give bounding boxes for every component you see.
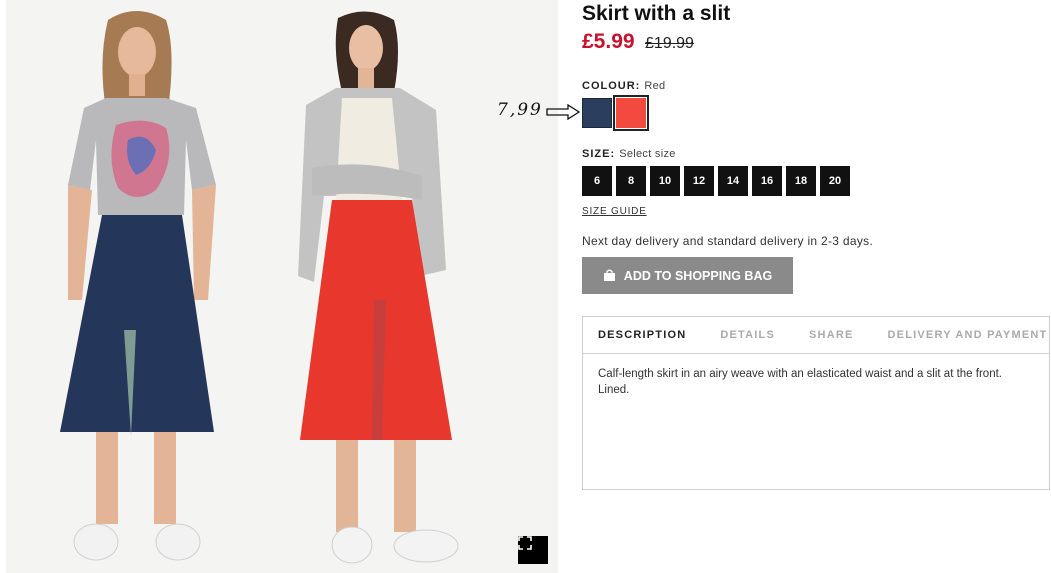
- size-option-20[interactable]: 20: [820, 166, 850, 196]
- size-option-16[interactable]: 16: [752, 166, 782, 196]
- tab-bar: DESCRIPTION DETAILS SHARE DELIVERY AND P…: [583, 317, 1049, 354]
- tab-delivery-and-payment[interactable]: DELIVERY AND PAYMENT: [888, 329, 1048, 341]
- size-options: 6 8 10 12 14 16 18 20: [582, 166, 850, 196]
- fullscreen-button[interactable]: [518, 536, 548, 564]
- size-guide-link[interactable]: SIZE GUIDE: [582, 206, 647, 217]
- description-text: Calf-length skirt in an airy weave with …: [598, 368, 1002, 396]
- tab-description[interactable]: DESCRIPTION: [598, 329, 686, 341]
- size-option-18[interactable]: 18: [786, 166, 816, 196]
- sale-price: £5.99: [582, 30, 635, 53]
- handwritten-price-note: 7,99: [497, 100, 543, 120]
- add-to-bag-button[interactable]: ADD TO SHOPPING BAG: [582, 257, 793, 294]
- size-option-6[interactable]: 6: [582, 166, 612, 196]
- expand-icon: [518, 536, 532, 550]
- arrow-right-icon: [546, 104, 580, 120]
- size-option-10[interactable]: 10: [650, 166, 680, 196]
- tab-share[interactable]: SHARE: [809, 329, 854, 341]
- colour-heading: COLOUR:: [582, 80, 641, 92]
- product-info-tabs: DESCRIPTION DETAILS SHARE DELIVERY AND P…: [582, 316, 1050, 490]
- model-right: [298, 11, 459, 564]
- delivery-note: Next day delivery and standard delivery …: [582, 234, 874, 248]
- product-title: Skirt with a slit: [582, 2, 731, 25]
- size-heading: SIZE:: [582, 148, 616, 160]
- product-photo: [60, 11, 459, 564]
- colour-label: COLOUR: Red: [582, 80, 665, 92]
- model-left: [60, 11, 216, 561]
- shopping-bag-icon: [603, 269, 615, 281]
- colour-selected-value: Red: [644, 80, 666, 92]
- add-to-bag-label: ADD TO SHOPPING BAG: [623, 268, 773, 283]
- colour-swatch-red[interactable]: [613, 95, 649, 131]
- size-option-8[interactable]: 8: [616, 166, 646, 196]
- size-placeholder: Select size: [619, 148, 676, 160]
- original-price: £19.99: [645, 35, 694, 52]
- colour-swatch-dark-blue[interactable]: [582, 98, 612, 128]
- price-row: £5.99 £19.99: [582, 30, 694, 54]
- tab-details[interactable]: DETAILS: [720, 329, 775, 341]
- product-gallery: [6, 0, 558, 573]
- size-option-14[interactable]: 14: [718, 166, 748, 196]
- size-option-12[interactable]: 12: [684, 166, 714, 196]
- size-label: SIZE: Select size: [582, 148, 676, 160]
